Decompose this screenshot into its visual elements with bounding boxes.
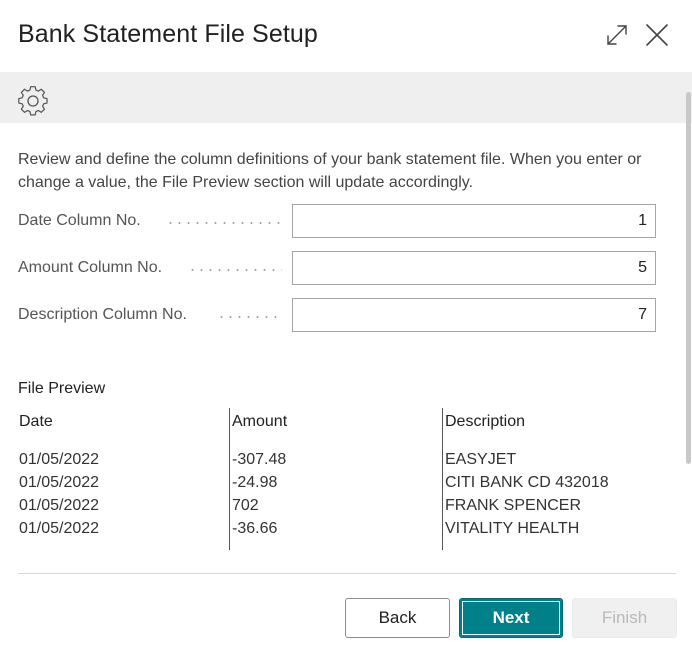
- intro-text: Review and define the column definitions…: [18, 151, 642, 191]
- preview-cell-amount: -36.66: [232, 520, 278, 537]
- preview-cell-description: EASYJET: [445, 451, 517, 468]
- preview-cell-description: VITALITY HEALTH: [445, 520, 580, 537]
- gear-icon[interactable]: [16, 84, 50, 118]
- footer-divider: [18, 573, 676, 574]
- description-column-label: Description Column No.: [18, 306, 187, 323]
- scrollbar[interactable]: [686, 92, 691, 464]
- file-preview-title: File Preview: [18, 380, 106, 397]
- date-column-field[interactable]: 1: [292, 204, 656, 238]
- amount-column-field[interactable]: 5: [292, 251, 656, 285]
- preview-cell-date: 01/05/2022: [19, 520, 100, 537]
- preview-header-description: Description: [445, 413, 526, 430]
- preview-cell-amount: 702: [232, 497, 259, 514]
- close-icon[interactable]: [644, 22, 670, 48]
- expand-icon[interactable]: [604, 22, 630, 48]
- leader-dots: [217, 316, 282, 318]
- preview-cell-description: CITI BANK CD 432018: [445, 474, 609, 491]
- preview-cell-amount: -24.98: [232, 474, 278, 491]
- preview-header-amount: Amount: [232, 413, 288, 430]
- finish-button[interactable]: Finish: [572, 598, 677, 638]
- action-bar: [0, 72, 692, 123]
- next-button[interactable]: Next: [459, 598, 563, 638]
- dialog-header: Bank Statement File Setup: [0, 0, 692, 72]
- preview-cell-description: FRANK SPENCER: [445, 497, 582, 514]
- back-button[interactable]: Back: [345, 598, 450, 638]
- column-divider: [229, 408, 230, 550]
- preview-cell-date: 01/05/2022: [19, 474, 100, 491]
- leader-dots: [166, 222, 282, 224]
- preview-cell-date: 01/05/2022: [19, 497, 100, 514]
- date-column-label: Date Column No.: [18, 212, 141, 229]
- amount-column-label: Amount Column No.: [18, 259, 163, 276]
- dialog-title: Bank Statement File Setup: [18, 20, 318, 48]
- preview-header-date: Date: [19, 413, 53, 430]
- column-divider: [442, 408, 443, 550]
- preview-cell-date: 01/05/2022: [19, 451, 100, 468]
- description-column-field[interactable]: 7: [292, 298, 656, 332]
- preview-cell-amount: -307.48: [232, 451, 287, 468]
- leader-dots: [188, 269, 282, 271]
